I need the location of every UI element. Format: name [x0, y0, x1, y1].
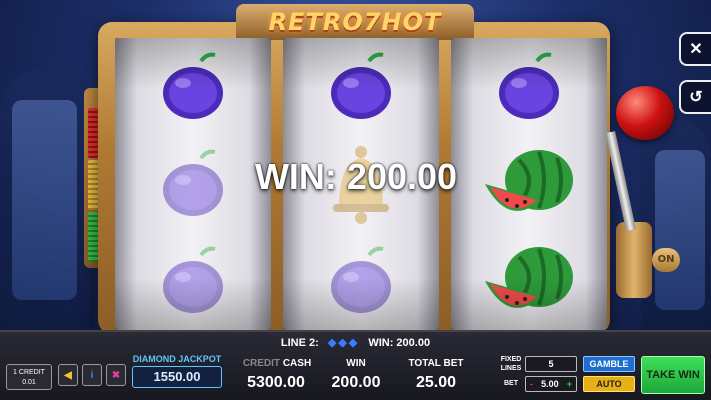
close-button[interactable]: ✕: [679, 32, 711, 66]
game-title-logo: RETRO7HOT: [268, 8, 442, 36]
history-icon: ↺: [689, 89, 703, 106]
credit-cash-label: CREDIT CASH: [242, 358, 312, 369]
credit-denomination-value: 0.01: [22, 379, 36, 386]
plum-icon: [283, 38, 439, 135]
cash-value: 5300.00: [247, 374, 305, 391]
plum-icon: [115, 38, 271, 135]
bet-label: BET: [504, 380, 518, 387]
watermelon-icon: [451, 232, 607, 329]
speaker-icon: ◀: [64, 369, 72, 381]
win-value: 200.00: [331, 374, 381, 391]
close-icon: ✕: [689, 41, 703, 58]
sound-button[interactable]: ◀: [58, 364, 78, 386]
win-label: WIN: [346, 358, 366, 369]
plum-icon: [283, 232, 439, 329]
title-plate: RETRO7HOT: [236, 4, 474, 40]
total-bet-label: TOTAL BET: [408, 358, 464, 369]
fixed-lines-label: FIXED LINES: [500, 356, 522, 372]
fullscreen-button[interactable]: ✖: [106, 364, 126, 386]
gamble-button[interactable]: GAMBLE: [583, 356, 635, 372]
win-banner: WIN: 200.00: [254, 156, 458, 197]
line-win-label: WIN: 200.00: [368, 337, 431, 349]
history-button[interactable]: ↺: [679, 80, 711, 114]
lever-on-label: ON: [652, 248, 680, 272]
plum-icon: [115, 232, 271, 329]
auto-button[interactable]: AUTO: [583, 376, 635, 392]
line-symbols-icon: ◆◆◆: [327, 337, 360, 349]
lever-base: [616, 222, 652, 298]
jackpot-value: 1550.00: [132, 366, 222, 388]
credit-label: CREDIT: [242, 358, 281, 369]
info-icon: i: [90, 369, 94, 381]
line-label: LINE 2:: [280, 337, 319, 349]
credit-denomination-label: 1 CREDIT: [13, 369, 45, 376]
take-win-button[interactable]: TAKE WIN: [641, 356, 705, 394]
credit-denomination-button[interactable]: 1 CREDIT 0.01: [6, 364, 52, 390]
reel-3: [451, 38, 607, 330]
fixed-lines-value: 5: [525, 356, 577, 372]
bet-decrease-button[interactable]: -: [530, 377, 533, 391]
bet-stepper: - 5.00 +: [525, 376, 577, 392]
total-bet-value: 25.00: [415, 374, 457, 391]
watermelon-icon: [451, 135, 607, 232]
bet-increase-button[interactable]: +: [567, 377, 572, 391]
bet-value: 5.00: [541, 379, 559, 389]
line-win-info: LINE 2: ◆◆◆ WIN: 200.00: [0, 330, 711, 352]
plum-icon: [451, 38, 607, 135]
jackpot-label: DIAMOND JACKPOT: [132, 354, 222, 364]
fullscreen-icon: ✖: [111, 369, 121, 381]
background-slot-machine-left: [0, 70, 95, 340]
info-button[interactable]: i: [82, 364, 102, 386]
cash-label: CASH: [282, 358, 312, 369]
lever-knob[interactable]: [616, 86, 674, 140]
